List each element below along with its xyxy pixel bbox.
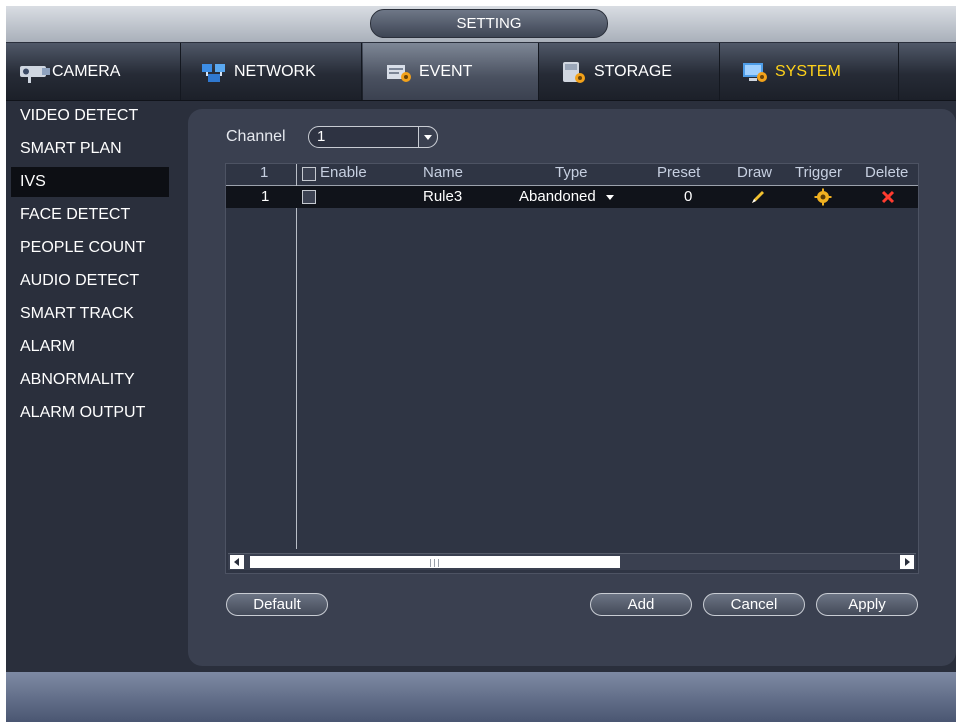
column-header-name: Name bbox=[423, 164, 464, 181]
main-tab-bar: CAMERA NETWORK EVENT STORAGE SYSTEM bbox=[6, 43, 956, 101]
sidebar-item-face-detect[interactable]: FACE DETECT bbox=[11, 200, 169, 230]
table-row[interactable]: 1 Rule3 Abandoned 0 bbox=[226, 186, 918, 208]
sidebar-item-alarm[interactable]: ALARM bbox=[11, 332, 169, 362]
type-select[interactable]: Abandoned bbox=[519, 186, 614, 208]
tab-label: EVENT bbox=[419, 62, 473, 80]
network-icon bbox=[200, 60, 228, 84]
tab-storage[interactable]: STORAGE bbox=[540, 43, 720, 100]
tab-network[interactable]: NETWORK bbox=[182, 43, 362, 100]
scroll-left-icon[interactable] bbox=[230, 555, 244, 569]
sidebar-item-abnormality[interactable]: ABNORMALITY bbox=[11, 365, 169, 395]
type-value: Abandoned bbox=[519, 188, 596, 205]
tab-label: CAMERA bbox=[52, 62, 121, 80]
sidebar-item-alarm-output[interactable]: ALARM OUTPUT bbox=[11, 398, 169, 428]
tab-label: STORAGE bbox=[594, 62, 672, 80]
tab-label: NETWORK bbox=[234, 62, 316, 80]
column-header-delete: Delete bbox=[865, 164, 909, 181]
scroll-right-icon[interactable] bbox=[900, 555, 914, 569]
column-header-draw: Draw bbox=[737, 164, 773, 181]
system-icon bbox=[741, 60, 769, 84]
default-button[interactable]: Default bbox=[226, 593, 328, 616]
sidebar-item-smart-plan[interactable]: SMART PLAN bbox=[11, 134, 169, 164]
caret-down-icon bbox=[605, 194, 614, 200]
column-header-preset: Preset bbox=[657, 164, 701, 181]
apply-button[interactable]: Apply bbox=[816, 593, 918, 616]
tab-camera[interactable]: CAMERA bbox=[6, 43, 181, 100]
storage-icon bbox=[560, 60, 588, 84]
preset-value: 0 bbox=[684, 188, 693, 205]
title-bar: SETTING bbox=[6, 6, 956, 42]
column-header-type: Type bbox=[555, 164, 588, 181]
scrollbar-thumb[interactable] bbox=[250, 556, 620, 568]
column-header-trigger: Trigger bbox=[795, 164, 842, 181]
tab-event[interactable]: EVENT bbox=[363, 43, 539, 100]
window-title: SETTING bbox=[370, 9, 608, 38]
status-bar bbox=[6, 672, 956, 722]
camera-icon bbox=[18, 60, 50, 84]
column-divider bbox=[296, 164, 297, 549]
sidebar-item-ivs[interactable]: IVS bbox=[11, 167, 169, 197]
column-header-index: 1 bbox=[260, 164, 269, 181]
delete-icon[interactable] bbox=[881, 189, 895, 211]
sidebar-item-people-count[interactable]: PEOPLE COUNT bbox=[11, 233, 169, 263]
enable-checkbox[interactable] bbox=[302, 190, 316, 204]
sidebar-item-video-detect[interactable]: VIDEO DETECT bbox=[11, 101, 169, 131]
column-header-enable: Enable bbox=[320, 164, 367, 181]
sidebar-item-audio-detect[interactable]: AUDIO DETECT bbox=[11, 266, 169, 296]
channel-label: Channel bbox=[226, 128, 286, 145]
channel-select[interactable]: 1 bbox=[308, 126, 438, 148]
cancel-button[interactable]: Cancel bbox=[703, 593, 805, 616]
channel-value: 1 bbox=[317, 128, 326, 145]
horizontal-scrollbar[interactable] bbox=[228, 553, 916, 570]
select-all-checkbox[interactable] bbox=[302, 167, 316, 181]
pencil-icon[interactable] bbox=[750, 189, 766, 211]
event-icon bbox=[385, 60, 413, 84]
tab-label: SYSTEM bbox=[775, 62, 841, 80]
rule-table: 1 Enable Name Type Preset Draw Trigger D… bbox=[225, 163, 919, 574]
add-button[interactable]: Add bbox=[590, 593, 692, 616]
rule-name: Rule3 bbox=[423, 188, 463, 205]
gear-icon[interactable] bbox=[814, 188, 832, 210]
row-index: 1 bbox=[261, 188, 270, 205]
settings-window: SETTING CAMERA NETWORK EVENT STORAGE SYS… bbox=[6, 6, 956, 722]
tab-system[interactable]: SYSTEM bbox=[721, 43, 899, 100]
sidebar-item-smart-track[interactable]: SMART TRACK bbox=[11, 299, 169, 329]
